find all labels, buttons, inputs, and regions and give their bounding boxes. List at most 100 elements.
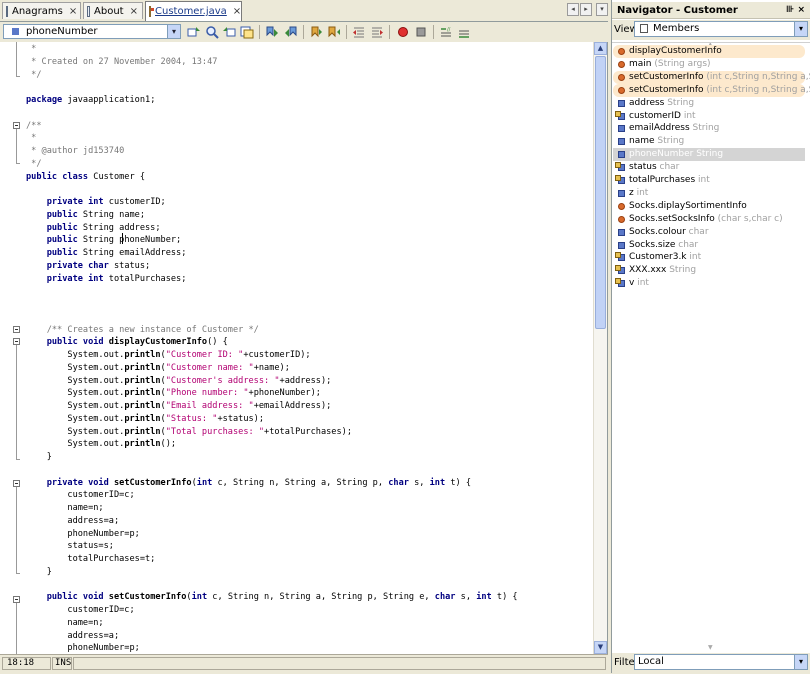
code-token: t) { [450, 477, 472, 488]
code-line: public void displayCustomerInfo() { [26, 336, 228, 349]
svg-text://: // [447, 27, 451, 33]
scroll-tabs-right-button[interactable]: ▸ [580, 3, 592, 16]
next-error-icon[interactable] [327, 25, 341, 39]
navigator-member-item[interactable]: totalPurchases int [613, 174, 805, 187]
toggle-bookmark-icon[interactable] [309, 25, 323, 39]
navigator-member-item[interactable]: address String [613, 97, 805, 110]
tab-anagrams[interactable]: Anagrams × [2, 2, 81, 19]
code-token: javaapplication1; [67, 95, 156, 105]
code-line: * Created on 27 November 2004, 13:47 [26, 56, 217, 69]
navigator-member-item[interactable]: status char [613, 161, 805, 174]
cursor-position: 18:18 [2, 657, 51, 670]
navigator-member-item[interactable]: XXX.xxx String [613, 264, 805, 277]
previous-bookmark-icon[interactable] [265, 25, 279, 39]
method-icon [618, 60, 625, 68]
fold-toggle-icon[interactable] [13, 338, 20, 345]
scroll-tabs-left-button[interactable]: ◂ [567, 3, 579, 16]
navigator-window-buttons[interactable]: ⊪ × [786, 2, 805, 19]
chevron-down-icon[interactable]: ▾ [167, 25, 180, 38]
tab-about[interactable]: About × [83, 2, 143, 19]
navigator-member-item[interactable]: Socks.setSocksInfo (char s,char c) [613, 213, 805, 226]
code-line: */ [26, 158, 41, 171]
navigator-member-item[interactable]: setCustomerInfo (int c,String n,String a… [613, 83, 810, 97]
code-text-area[interactable]: * * Created on 27 November 2004, 13:47 *… [26, 42, 594, 654]
navigator-member-item[interactable]: v int [613, 277, 805, 290]
status-bar: 18:18 INS [0, 654, 608, 674]
code-token: public [26, 235, 83, 246]
fold-end [16, 163, 20, 164]
code-token: displayCustomerInfo [108, 337, 208, 348]
member-type: String [689, 123, 720, 134]
member-name: status [629, 162, 657, 173]
start-macro-recording-icon[interactable] [396, 25, 410, 39]
navigator-member-item[interactable]: Socks.colour char [613, 226, 805, 239]
code-token: Customer { [93, 171, 146, 182]
method-icon [618, 73, 625, 81]
scroll-down-button[interactable]: ▼ [594, 641, 607, 654]
view-combo[interactable]: Members ▾ [634, 21, 808, 37]
scrollbar-thumb[interactable] [595, 56, 606, 329]
code-token: phoneNumber=p; [26, 643, 140, 654]
members-list[interactable]: ▲ displayCustomerInfomain (String args)s… [612, 42, 810, 649]
navigator-member-item[interactable]: main (String args) [613, 58, 805, 71]
next-bookmark-icon[interactable] [284, 25, 298, 39]
member-combo[interactable]: phoneNumber ▾ [3, 24, 181, 39]
chevron-down-icon[interactable]: ▾ [794, 655, 807, 669]
chevron-down-icon[interactable]: ▾ [794, 22, 807, 36]
toggle-highlight-search-icon[interactable] [240, 25, 254, 39]
code-editor[interactable]: * * Created on 27 November 2004, 13:47 *… [0, 42, 608, 654]
code-token: "Customer's address: " [165, 375, 280, 386]
tab-list-button[interactable]: ▾ [596, 3, 608, 16]
uncomment-icon[interactable] [457, 25, 471, 39]
editor-vertical-scrollbar[interactable]: ▲ ▼ [593, 42, 607, 654]
navigator-member-item[interactable]: displayCustomerInfo [613, 45, 805, 58]
navigator-member-item[interactable]: name String [613, 135, 805, 148]
fold-toggle-icon[interactable] [13, 122, 20, 129]
tab-customer-java[interactable]: Customer.java × [145, 1, 242, 21]
member-type: String [654, 136, 685, 147]
code-token: setCustomerInfo [108, 592, 187, 603]
code-token: (); [160, 439, 177, 450]
close-icon[interactable]: × [69, 6, 77, 17]
fold-line [16, 42, 17, 76]
comment-icon[interactable]: // [439, 25, 453, 39]
navigator-member-item[interactable]: phoneNumber String [613, 148, 805, 162]
code-token: int [476, 592, 497, 603]
find-icon[interactable] [205, 25, 219, 39]
member-type: int [695, 175, 710, 185]
code-token: println [124, 350, 161, 360]
navigator-member-item[interactable]: emailAddress String [613, 122, 805, 135]
code-line: address=a; [26, 630, 119, 643]
code-token: +name); [253, 362, 290, 373]
shift-left-icon[interactable] [352, 25, 366, 39]
close-icon[interactable]: × [233, 6, 241, 17]
find-next-icon[interactable] [222, 25, 236, 39]
find-previous-icon[interactable] [187, 25, 201, 39]
toolbar-separator [346, 25, 347, 39]
scroll-up-button[interactable]: ▲ [594, 42, 607, 55]
navigator-member-item[interactable]: Socks.diplaySortimentInfo [613, 200, 805, 213]
stop-macro-recording-icon[interactable] [414, 25, 428, 39]
code-line: } [26, 566, 52, 579]
navigator-member-item[interactable]: customerID int [613, 110, 805, 123]
member-label: Socks.setSocksInfo (char s,char c) [629, 213, 783, 226]
navigator-member-item[interactable]: Customer3.k int [613, 251, 805, 264]
code-token: private char [26, 260, 114, 271]
filter-combo-value: Local [638, 656, 664, 667]
code-token: s, [460, 592, 477, 603]
fold-toggle-icon[interactable] [13, 596, 20, 603]
navigator-member-item[interactable]: Socks.size char [613, 239, 805, 252]
navigator-member-item[interactable]: z int [613, 187, 805, 200]
code-token: System.out. [26, 350, 125, 360]
fold-toggle-icon[interactable] [13, 480, 20, 487]
shift-right-icon[interactable] [370, 25, 384, 39]
field-icon [615, 252, 625, 262]
code-token: char [434, 592, 461, 603]
member-name: main [629, 58, 652, 69]
filter-combo[interactable]: Local ▾ [634, 654, 808, 670]
navigator-title: Navigator - Customer ⊪ × [612, 2, 810, 19]
close-icon[interactable]: × [130, 6, 138, 17]
fold-toggle-icon[interactable] [13, 326, 20, 333]
navigator-member-item[interactable]: setCustomerInfo (int c,String n,String a… [613, 70, 810, 84]
code-token: "Customer name: " [165, 362, 254, 373]
